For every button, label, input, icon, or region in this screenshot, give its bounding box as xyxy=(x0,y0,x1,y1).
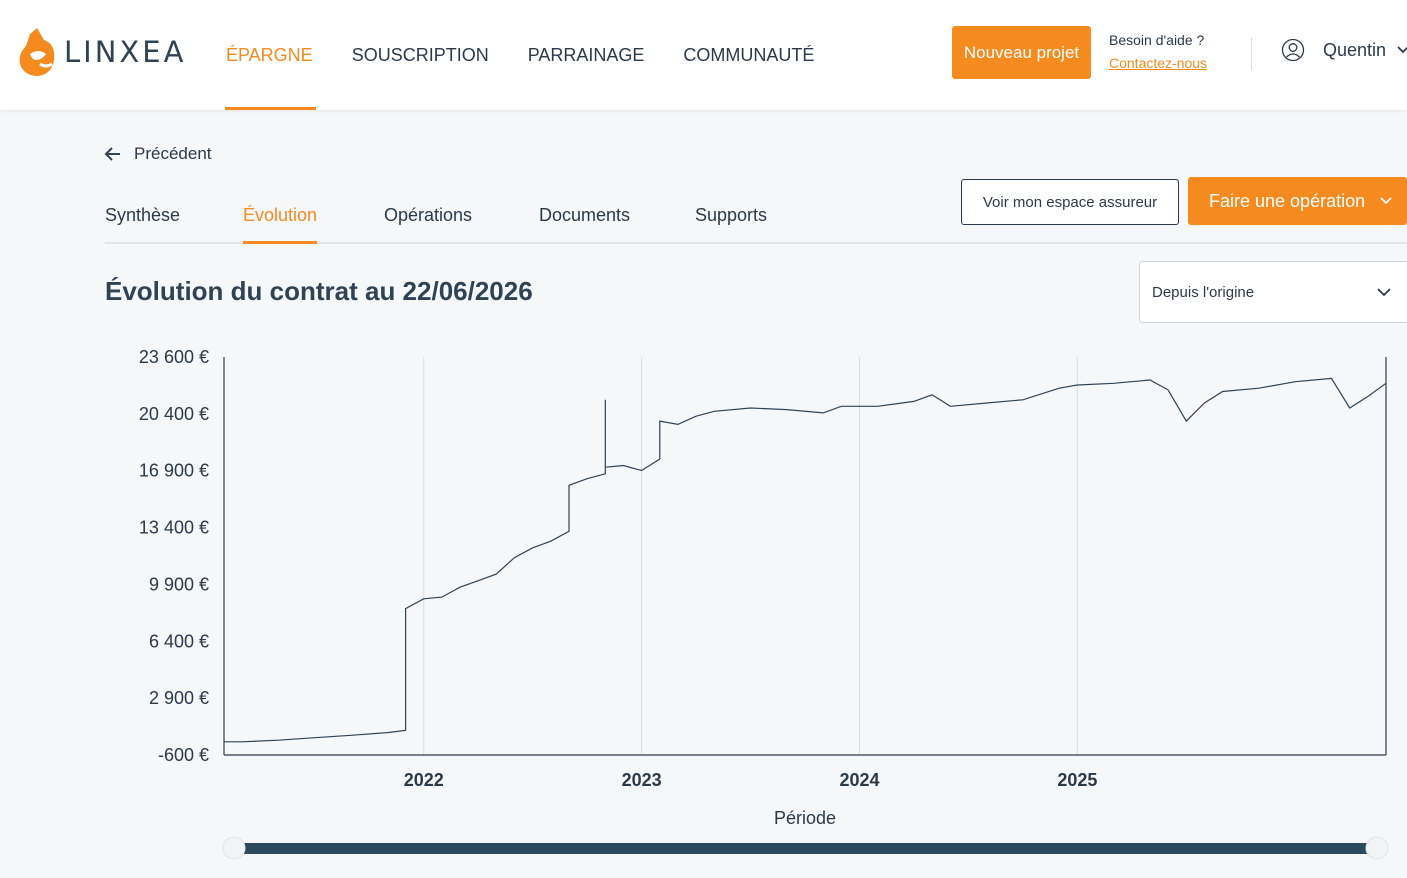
logo-text: LINXEA xyxy=(64,35,187,69)
y-tick-label: 9 900 € xyxy=(149,574,209,594)
contact-link[interactable]: Contactez-nous xyxy=(1109,55,1207,71)
top-header: LINXEA ÉPARGNE SOUSCRIPTION PARRAINAGE C… xyxy=(0,0,1407,110)
chevron-down-icon xyxy=(1380,197,1392,205)
make-operation-label: Faire une opération xyxy=(1209,190,1366,211)
new-project-button[interactable]: Nouveau projet xyxy=(952,26,1091,79)
y-tick-label: -600 € xyxy=(158,745,209,765)
back-link[interactable]: Précédent xyxy=(104,144,212,164)
header-divider xyxy=(1251,38,1252,70)
period-range-start-handle[interactable] xyxy=(222,836,246,860)
y-tick-label: 2 900 € xyxy=(149,688,209,708)
x-tick-label: 2022 xyxy=(404,770,444,790)
chevron-down-icon xyxy=(1377,288,1391,297)
x-tick-label: 2025 xyxy=(1057,770,1097,790)
x-tick-label: 2023 xyxy=(622,770,662,790)
tab-supports[interactable]: Supports xyxy=(695,188,767,242)
y-tick-label: 16 900 € xyxy=(139,461,209,481)
chevron-down-icon xyxy=(1397,46,1407,54)
tab-documents[interactable]: Documents xyxy=(539,188,630,242)
help-block: Besoin d'aide ? Contactez-nous xyxy=(1109,32,1207,71)
tab-synthese[interactable]: Synthèse xyxy=(105,188,180,242)
linxea-logo[interactable]: LINXEA xyxy=(16,24,186,80)
nav-souscription[interactable]: SOUSCRIPTION xyxy=(352,0,489,110)
main-nav: ÉPARGNE SOUSCRIPTION PARRAINAGE COMMUNAU… xyxy=(225,0,814,110)
help-title: Besoin d'aide ? xyxy=(1109,32,1205,48)
y-tick-label: 23 600 € xyxy=(139,347,209,367)
user-name: Quentin xyxy=(1323,39,1387,60)
x-tick-label: 2024 xyxy=(839,770,879,790)
y-tick-label: 20 400 € xyxy=(139,404,209,424)
user-menu[interactable]: Quentin xyxy=(1281,38,1407,62)
series-line xyxy=(224,377,1387,743)
arrow-left-icon xyxy=(104,147,120,161)
x-axis-title: Période xyxy=(774,808,836,828)
make-operation-button[interactable]: Faire une opération xyxy=(1188,177,1407,225)
nav-parrainage[interactable]: PARRAINAGE xyxy=(528,0,645,110)
period-range-track xyxy=(234,843,1377,854)
period-select[interactable]: Depuis l'origine xyxy=(1139,261,1407,323)
user-icon xyxy=(1281,38,1305,62)
nav-epargne[interactable]: ÉPARGNE xyxy=(225,0,316,110)
period-select-value: Depuis l'origine xyxy=(1152,283,1255,301)
page-title: Évolution du contrat au 22/06/2026 xyxy=(105,276,533,306)
insurer-space-button[interactable]: Voir mon espace assureur xyxy=(961,179,1179,225)
y-tick-label: 6 400 € xyxy=(149,631,209,651)
nav-communaute[interactable]: COMMUNAUTÉ xyxy=(683,0,814,110)
logo-fox-icon xyxy=(19,28,55,76)
y-tick-label: 13 400 € xyxy=(139,518,209,538)
back-label: Précédent xyxy=(134,144,212,163)
evolution-chart: 2022 2023 2024 2025 23 600 € 20 400 € 16 900 €… xyxy=(139,347,1389,860)
tab-evolution[interactable]: Évolution xyxy=(243,188,318,244)
tab-operations[interactable]: Opérations xyxy=(384,188,472,242)
period-range-end-handle[interactable] xyxy=(1365,836,1389,860)
